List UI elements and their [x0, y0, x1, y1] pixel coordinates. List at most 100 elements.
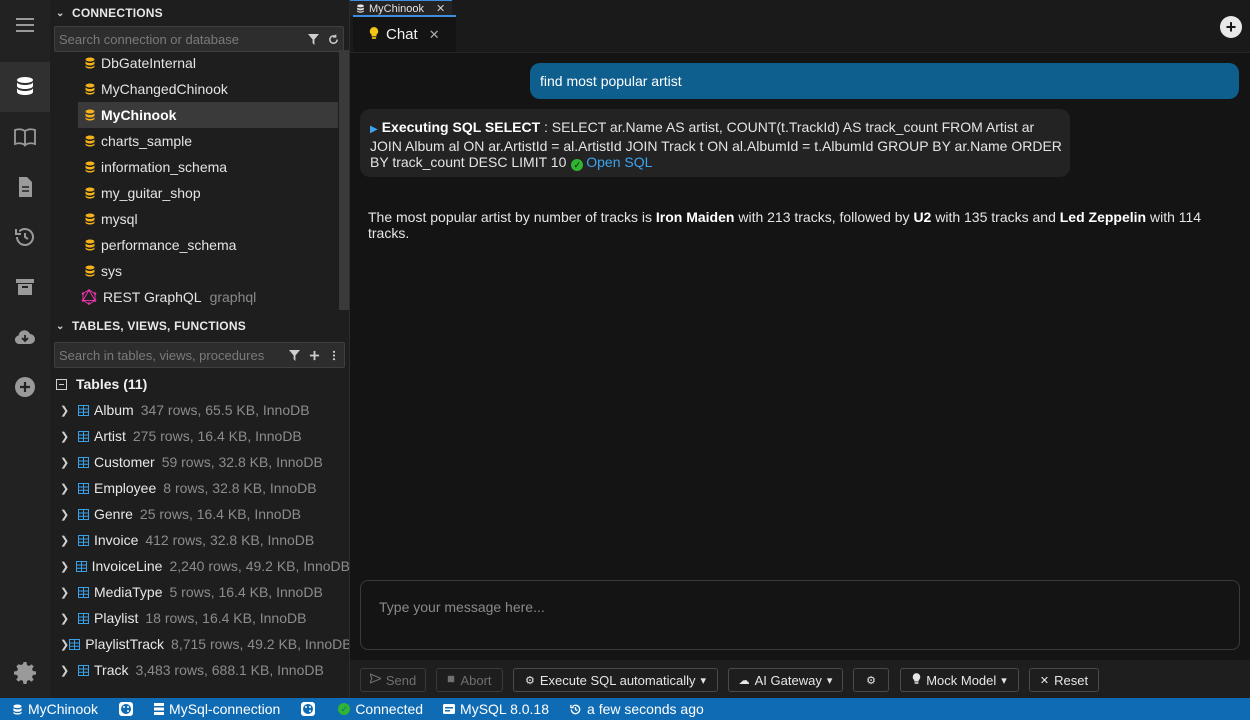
lightbulb-icon — [912, 673, 921, 687]
tables-group[interactable]: Tables (11) — [50, 371, 349, 397]
chevron-right-icon[interactable]: ❯ — [60, 534, 78, 547]
connection-item[interactable]: information_schema — [78, 154, 338, 180]
sql-execution-message: ▶ Executing SQL SELECT : SELECT ar.Name A… — [360, 109, 1070, 177]
connection-item[interactable]: DbGateInternal — [78, 53, 338, 76]
add-tab-button[interactable]: + — [1220, 16, 1242, 38]
chevron-right-icon[interactable]: ❯ — [60, 586, 78, 599]
add-icon[interactable] — [308, 347, 320, 363]
lightbulb-icon — [369, 27, 379, 42]
chevron-right-icon[interactable]: ❯ — [60, 508, 78, 521]
abort-button[interactable]: Abort — [436, 668, 503, 692]
chevron-down-icon: ⌄ — [56, 7, 65, 19]
tables-header[interactable]: ⌄ TABLES, VIEWS, FUNCTIONS — [50, 313, 349, 339]
table-meta: 2,240 rows, 49.2 KB, InnoDB — [169, 558, 350, 574]
reset-button[interactable]: ✕ Reset — [1029, 668, 1099, 692]
gateway-dropdown[interactable]: ☁ AI Gateway ▾ — [728, 668, 843, 692]
chevron-down-icon: ▾ — [826, 674, 833, 687]
chevron-right-icon[interactable]: ❯ — [60, 560, 76, 573]
book-icon[interactable] — [0, 112, 50, 162]
status-connected-label: Connected — [355, 701, 424, 717]
send-button[interactable]: Send — [360, 668, 426, 692]
server-version-icon — [443, 704, 456, 714]
chevron-right-icon[interactable]: ❯ — [60, 456, 78, 469]
connection-search-input[interactable] — [55, 27, 343, 51]
connection-item[interactable]: performance_schema — [78, 232, 338, 258]
connection-item-selected[interactable]: MyChinook — [78, 102, 338, 128]
history-icon[interactable] — [0, 212, 50, 262]
activity-rail — [0, 0, 50, 698]
tab-chat[interactable]: Chat ✕ — [353, 15, 456, 52]
close-icon[interactable]: ✕ — [429, 27, 440, 43]
chevron-right-icon[interactable]: ❯ — [60, 404, 78, 417]
cloud-icon[interactable] — [0, 312, 50, 362]
table-row[interactable]: ❯ PlaylistTrack 8,715 rows, 49.2 KB, InnoD… — [50, 631, 349, 657]
refresh-icon[interactable] — [327, 31, 339, 47]
connection-label: REST GraphQL — [103, 289, 202, 305]
chevron-right-icon[interactable]: ❯ — [60, 664, 78, 677]
status-database[interactable]: MyChinook — [12, 701, 98, 717]
connection-item[interactable]: my_guitar_shop — [78, 180, 338, 206]
model-dropdown[interactable]: Mock Model ▾ — [900, 668, 1019, 692]
check-circle-icon: ✓ — [571, 159, 584, 171]
more-vertical-icon[interactable] — [328, 347, 340, 363]
connection-item[interactable]: MyChangedChinook — [78, 76, 338, 102]
document-tab-label: MyChinook — [369, 2, 425, 15]
cogs-icon: ⚙ — [525, 674, 535, 687]
server-icon — [154, 703, 165, 715]
filter-icon[interactable] — [307, 31, 319, 47]
chevron-right-icon[interactable]: ❯ — [60, 482, 78, 495]
connection-label: MyChinook — [101, 107, 177, 123]
add-circle-icon[interactable] — [0, 362, 50, 412]
status-time: a few seconds ago — [569, 701, 704, 717]
table-row[interactable]: ❯ Customer 59 rows, 32.8 KB, InnoDB — [50, 449, 349, 475]
close-icon[interactable]: ✕ — [436, 2, 445, 15]
palette-icon[interactable] — [118, 702, 134, 716]
connection-list-scrollbar[interactable] — [339, 50, 349, 310]
table-row[interactable]: ❯ Employee 8 rows, 32.8 KB, InnoDB — [50, 475, 349, 501]
answer-text: with 213 tracks, followed by — [734, 209, 914, 225]
table-row[interactable]: ❯ Invoice 412 rows, 32.8 KB, InnoDB — [50, 527, 349, 553]
chevron-right-icon[interactable]: ❯ — [60, 430, 78, 443]
settings-icon[interactable] — [0, 647, 50, 697]
execute-sql-dropdown[interactable]: ⚙ Execute SQL automatically ▾ — [513, 668, 718, 692]
table-icon — [78, 482, 89, 494]
document-tab[interactable]: MyChinook ✕ — [350, 0, 453, 16]
table-row[interactable]: ❯ Album 347 rows, 65.5 KB, InnoDB — [50, 397, 349, 423]
filter-icon[interactable] — [288, 347, 300, 363]
table-name: Artist — [94, 428, 126, 444]
connection-label: information_schema — [101, 159, 228, 175]
connection-item[interactable]: charts_sample — [78, 128, 338, 154]
table-row[interactable]: ❯ Artist 275 rows, 16.4 KB, InnoDB — [50, 423, 349, 449]
menu-icon[interactable] — [0, 0, 50, 50]
table-row[interactable]: ❯ Genre 25 rows, 16.4 KB, InnoDB — [50, 501, 349, 527]
message-input[interactable] — [379, 599, 1221, 629]
status-connection[interactable]: MySql-connection — [154, 701, 280, 717]
database-icon — [84, 213, 96, 225]
chevron-right-icon[interactable]: ❯ — [60, 612, 78, 625]
model-label: Mock Model — [926, 672, 997, 688]
status-db-label: MyChinook — [28, 701, 99, 717]
table-row[interactable]: ❯ InvoiceLine 2,240 rows, 49.2 KB, InnoDB — [50, 553, 350, 579]
connection-item[interactable]: sys — [78, 258, 338, 284]
connection-item[interactable]: mysql — [78, 206, 338, 232]
chevron-down-icon: ⌄ — [56, 320, 65, 332]
connection-label: performance_schema — [101, 237, 237, 253]
main-panel: MyChinook ✕ Chat ✕ + find most popular a… — [350, 0, 1250, 698]
table-row[interactable]: ❯ MediaType 5 rows, 16.4 KB, InnoDB — [50, 579, 349, 605]
expand-triangle-icon[interactable]: ▶ — [370, 124, 378, 135]
archive-icon[interactable] — [0, 262, 50, 312]
status-connection-label: MySql-connection — [169, 701, 281, 717]
database-icon[interactable] — [0, 62, 50, 112]
chevron-down-icon: ▾ — [700, 674, 706, 687]
connections-header[interactable]: ⌄ CONNECTIONS — [50, 0, 349, 26]
chevron-right-icon[interactable]: ❯ — [60, 638, 69, 651]
collapse-icon[interactable] — [56, 378, 67, 390]
palette-icon[interactable] — [300, 702, 316, 716]
rest-connection-item[interactable]: REST GraphQL graphql — [75, 284, 335, 310]
table-row[interactable]: ❯ Track 3,483 rows, 688.1 KB, InnoDB — [50, 657, 349, 683]
file-icon[interactable] — [0, 162, 50, 212]
open-sql-link[interactable]: Open SQL — [586, 154, 652, 170]
abort-label: Abort — [460, 672, 492, 688]
table-row[interactable]: ❯ Playlist 18 rows, 16.4 KB, InnoDB — [50, 605, 349, 631]
settings-button[interactable]: ⚙ — [853, 668, 889, 692]
